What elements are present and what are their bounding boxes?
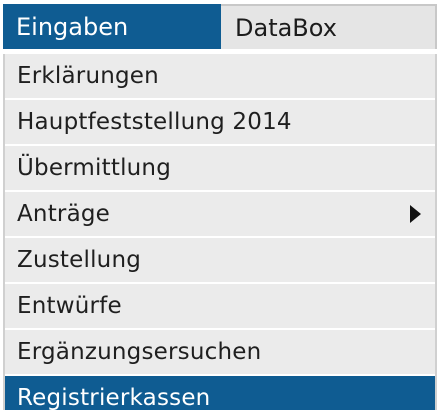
menu-item-entwuerfe[interactable]: Entwürfe [5,284,435,330]
menu-item-label: Erklärungen [17,63,159,89]
tab-databox[interactable]: DataBox [221,4,437,49]
menu-item-hauptfeststellung-2014[interactable]: Hauptfeststellung 2014 [5,100,435,146]
menu-item-label: Übermittlung [17,155,172,181]
menu-item-label: Entwürfe [17,293,122,319]
menu-item-erklaerungen[interactable]: Erklärungen [5,54,435,100]
menu-item-label: Zustellung [17,247,142,273]
menu-item-label: Registrierkassen [17,385,211,410]
menu-item-label: Anträge [17,201,111,227]
menu-item-label: Hauptfeststellung 2014 [17,109,292,135]
menu-panel: Eingaben DataBox Erklärungen Hauptfestst… [0,0,441,410]
tab-bar: Eingaben DataBox [3,4,437,49]
menu-item-antraege[interactable]: Anträge [5,192,435,238]
menu-item-uebermittlung[interactable]: Übermittlung [5,146,435,192]
eingaben-dropdown-menu: Erklärungen Hauptfeststellung 2014 Überm… [3,54,437,410]
menu-item-zustellung[interactable]: Zustellung [5,238,435,284]
menu-item-registrierkassen[interactable]: Registrierkassen [5,376,435,410]
menu-item-label: Ergänzungsersuchen [17,339,262,365]
menu-item-ergaenzungsersuchen[interactable]: Ergänzungsersuchen [5,330,435,376]
chevron-right-icon [410,205,421,223]
tab-eingaben[interactable]: Eingaben [3,4,221,49]
